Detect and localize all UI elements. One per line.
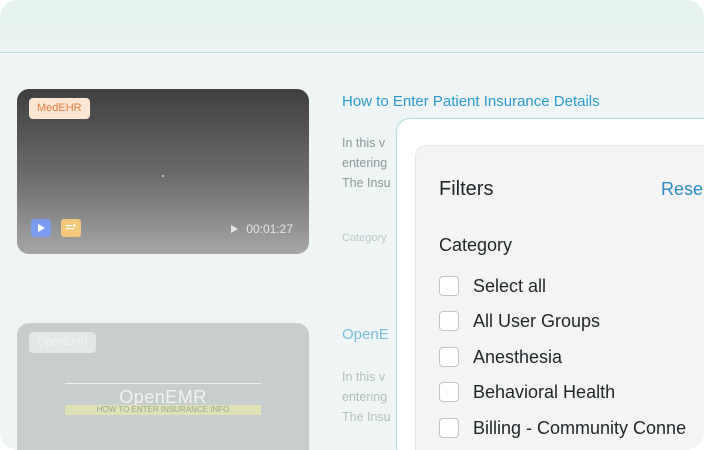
source-badge: OpenEMR	[29, 332, 97, 353]
filter-option-label: Billing - Community Conne	[473, 417, 687, 438]
play-small-icon	[231, 225, 239, 233]
filter-option-label: Anesthesia	[473, 346, 563, 367]
filters-panel: Filters Rese Category Select all All Use…	[415, 145, 704, 450]
video-title-link[interactable]: How to Enter Patient Insurance Details	[342, 93, 600, 110]
filter-option-anesthesia[interactable]: Anesthesia	[439, 345, 562, 369]
filter-option-billing-community[interactable]: Billing - Community Conne	[439, 416, 686, 440]
category-heading: Category	[439, 235, 513, 255]
play-icon[interactable]	[31, 219, 51, 237]
notes-icon[interactable]	[61, 219, 81, 237]
thumbnail-subtitle: HOW TO ENTER INSURANCE INFO	[65, 405, 261, 415]
reset-button[interactable]: Rese	[661, 179, 703, 200]
video-title-link[interactable]: OpenE	[342, 326, 389, 343]
video-description-line: In this v	[342, 136, 386, 150]
checkbox[interactable]	[439, 347, 459, 367]
checkbox[interactable]	[439, 382, 459, 402]
filters-title: Filters	[439, 178, 494, 200]
source-badge: MedEHR	[29, 98, 90, 119]
divider	[65, 383, 261, 384]
checkbox[interactable]	[439, 276, 459, 296]
thumbnail-dot	[162, 175, 164, 177]
filter-option-behavioral-health[interactable]: Behavioral Health	[439, 380, 615, 404]
filter-option-label: Behavioral Health	[473, 381, 616, 402]
video-duration: 00:01:27	[231, 222, 293, 236]
filter-option-select-all[interactable]: Select all	[439, 274, 546, 298]
video-description-line: In this v	[342, 370, 386, 384]
checkbox[interactable]	[439, 418, 459, 438]
video-description-line: entering	[342, 390, 388, 404]
filters-modal: Filters Rese Category Select all All Use…	[396, 118, 704, 450]
filter-option-label: All User Groups	[473, 310, 601, 331]
video-thumbnail[interactable]: OpenEMR OpenEMR HOW TO ENTER INSURANCE I…	[17, 323, 309, 450]
filter-option-label: Select all	[473, 275, 547, 296]
video-thumbnail[interactable]: MedEHR 00:01:27	[17, 89, 309, 254]
video-description-line: The Insu	[342, 176, 391, 190]
video-description-line: entering	[342, 156, 388, 170]
app-window: MedEHR 00:01:27 How to Enter Patient Ins…	[0, 0, 704, 450]
checkbox[interactable]	[439, 311, 459, 331]
header-band	[0, 0, 704, 52]
video-category-label: Category	[342, 232, 387, 244]
video-description-line: The Insu	[342, 410, 391, 424]
filter-option-all-user-groups[interactable]: All User Groups	[439, 309, 600, 333]
